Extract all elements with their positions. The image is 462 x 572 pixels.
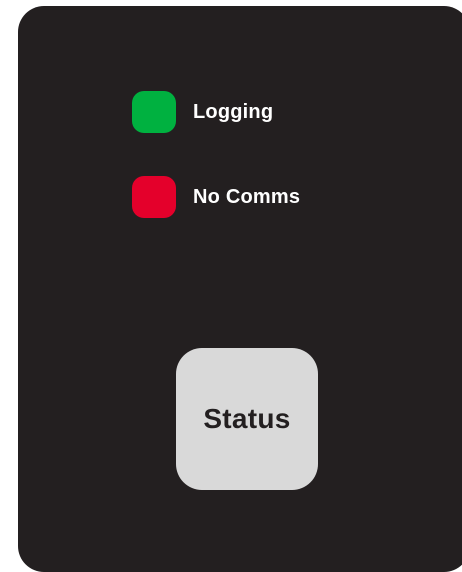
no-comms-label: No Comms — [193, 185, 301, 208]
status-button-label: Status — [203, 403, 291, 434]
device-front-panel: Logging No Comms Status — [18, 6, 462, 572]
status-button[interactable]: Status — [176, 348, 318, 490]
logging-indicator: Logging — [132, 91, 273, 133]
logging-label: Logging — [193, 100, 274, 123]
logging-led-icon — [132, 91, 176, 133]
no-comms-led-icon — [132, 176, 176, 218]
no-comms-indicator: No Comms — [132, 176, 300, 218]
